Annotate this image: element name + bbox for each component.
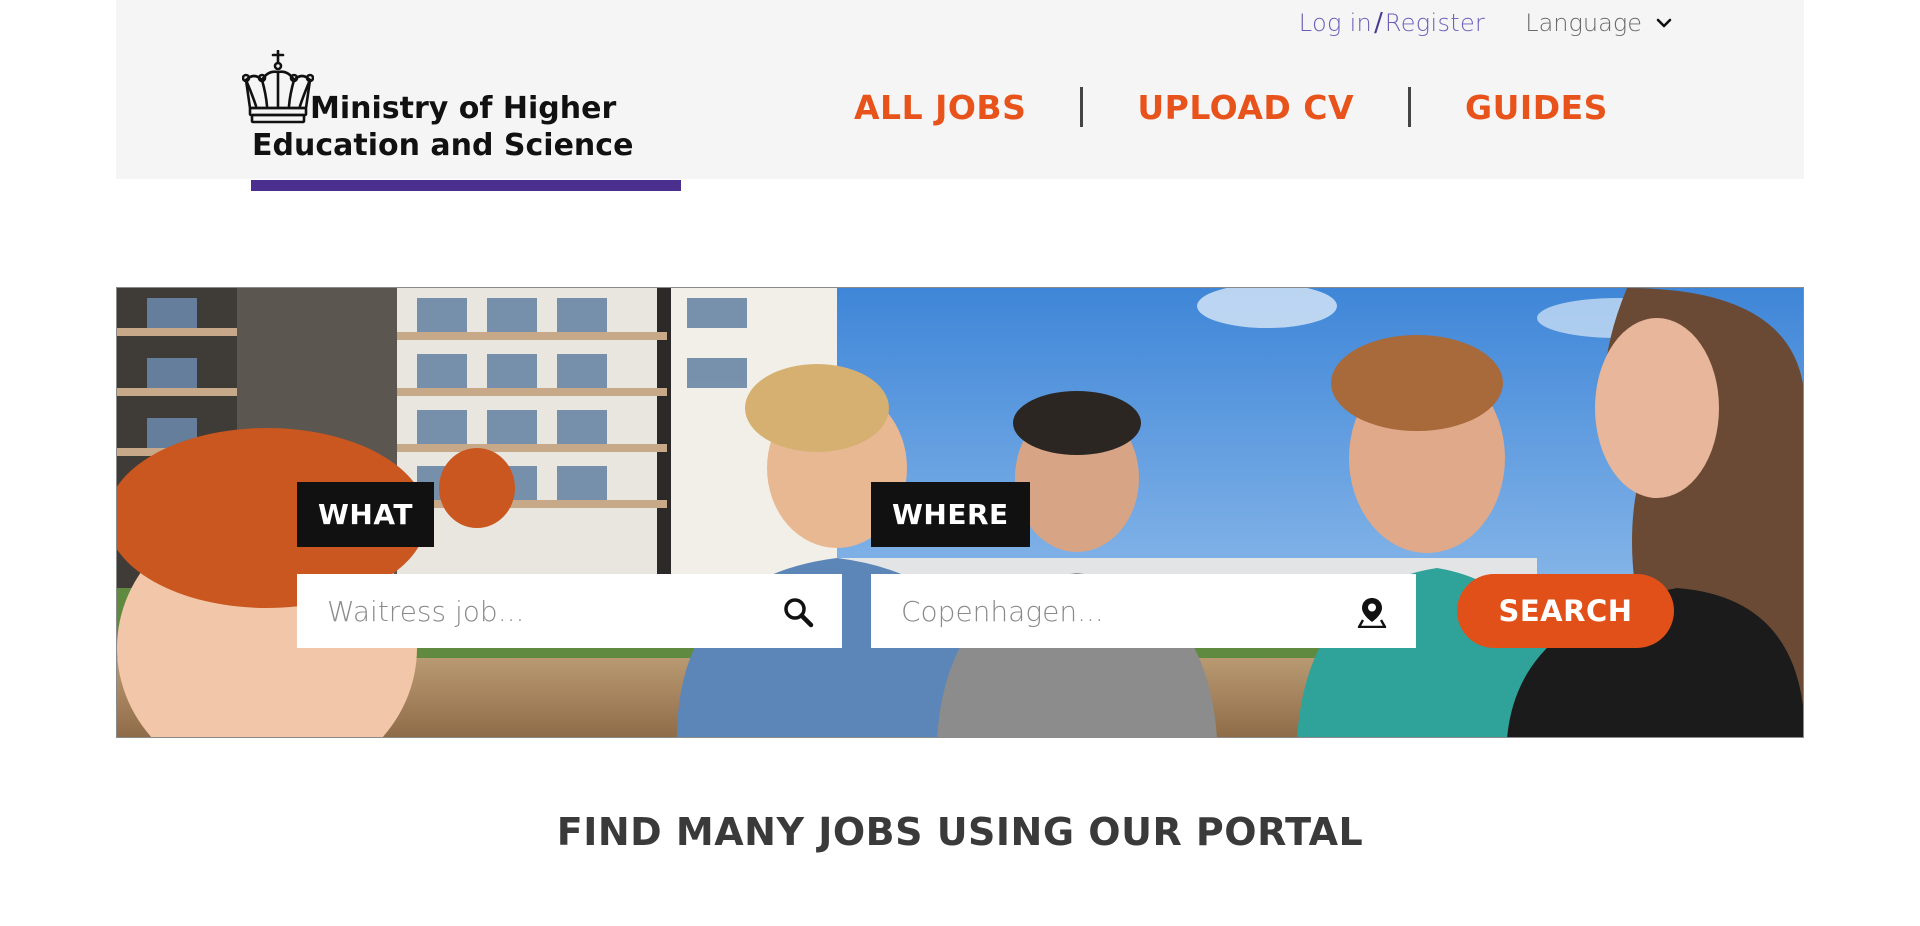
what-label: WHAT: [297, 482, 434, 547]
nav-upload-cv[interactable]: UPLOAD CV: [1137, 88, 1354, 127]
chevron-down-icon: [1656, 18, 1672, 28]
nav-guides[interactable]: GUIDES: [1465, 88, 1608, 127]
nav-all-jobs[interactable]: ALL JOBS: [854, 88, 1026, 127]
ministry-logo[interactable]: Ministry of Higher Education and Science: [242, 46, 681, 191]
login-separator: /: [1374, 8, 1383, 38]
utility-bar: Log in / Register Language: [1299, 6, 1672, 40]
logo-underline: [251, 180, 681, 191]
language-dropdown[interactable]: Language: [1525, 9, 1672, 37]
language-label: Language: [1525, 9, 1642, 37]
site-header: Log in / Register Language Ministry of H…: [116, 0, 1804, 191]
search-button[interactable]: SEARCH: [1457, 574, 1674, 648]
logo-wordmark: Ministry of Higher Education and Science: [252, 90, 633, 164]
hero-search: WHAT WHERE SEARCH: [116, 287, 1804, 738]
search-icon[interactable]: [782, 596, 814, 628]
what-input[interactable]: [297, 574, 842, 648]
logo-line-1: Ministry of Higher: [310, 91, 617, 126]
page: Log in / Register Language Ministry of H…: [0, 0, 1920, 926]
login-link[interactable]: Log in: [1299, 9, 1372, 37]
where-field: [871, 574, 1416, 648]
logo-line-2: Education and Science: [252, 128, 634, 163]
where-input[interactable]: [871, 574, 1416, 648]
portal-tagline: FIND MANY JOBS USING OUR PORTAL: [556, 810, 1364, 854]
main-nav: ALL JOBS UPLOAD CV GUIDES: [854, 82, 1608, 132]
where-label: WHERE: [871, 482, 1030, 547]
nav-divider: [1408, 87, 1412, 127]
location-pin-icon[interactable]: [1356, 596, 1388, 628]
nav-divider: [1080, 87, 1084, 127]
what-field: [297, 574, 842, 648]
register-link[interactable]: Register: [1385, 9, 1485, 37]
